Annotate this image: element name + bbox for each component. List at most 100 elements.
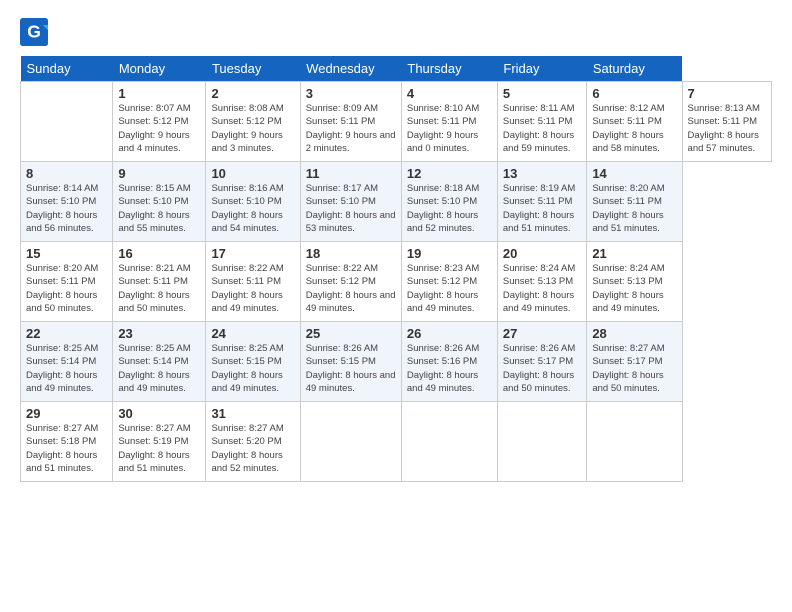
day-info: Sunrise: 8:13 AMSunset: 5:11 PMDaylight:… [688, 102, 766, 155]
dow-header: Monday [113, 56, 206, 82]
calendar-cell: 19 Sunrise: 8:23 AMSunset: 5:12 PMDaylig… [401, 242, 497, 322]
calendar-cell [497, 402, 586, 482]
calendar-cell: 13 Sunrise: 8:19 AMSunset: 5:11 PMDaylig… [497, 162, 586, 242]
calendar-cell: 6 Sunrise: 8:12 AMSunset: 5:11 PMDayligh… [587, 82, 682, 162]
logo: G [20, 18, 52, 46]
calendar-cell: 31 Sunrise: 8:27 AMSunset: 5:20 PMDaylig… [206, 402, 300, 482]
day-info: Sunrise: 8:26 AMSunset: 5:17 PMDaylight:… [503, 342, 581, 395]
calendar-cell: 11 Sunrise: 8:17 AMSunset: 5:10 PMDaylig… [300, 162, 401, 242]
day-info: Sunrise: 8:17 AMSunset: 5:10 PMDaylight:… [306, 182, 396, 235]
calendar-cell: 2 Sunrise: 8:08 AMSunset: 5:12 PMDayligh… [206, 82, 300, 162]
day-number: 31 [211, 406, 294, 421]
day-number: 4 [407, 86, 492, 101]
day-info: Sunrise: 8:27 AMSunset: 5:18 PMDaylight:… [26, 422, 107, 475]
calendar-cell: 17 Sunrise: 8:22 AMSunset: 5:11 PMDaylig… [206, 242, 300, 322]
day-info: Sunrise: 8:27 AMSunset: 5:17 PMDaylight:… [592, 342, 676, 395]
day-number: 25 [306, 326, 396, 341]
day-number: 23 [118, 326, 200, 341]
day-number: 30 [118, 406, 200, 421]
dow-header: Saturday [587, 56, 682, 82]
calendar-cell: 20 Sunrise: 8:24 AMSunset: 5:13 PMDaylig… [497, 242, 586, 322]
day-info: Sunrise: 8:26 AMSunset: 5:15 PMDaylight:… [306, 342, 396, 395]
day-number: 17 [211, 246, 294, 261]
day-number: 22 [26, 326, 107, 341]
day-info: Sunrise: 8:26 AMSunset: 5:16 PMDaylight:… [407, 342, 492, 395]
day-number: 2 [211, 86, 294, 101]
day-info: Sunrise: 8:23 AMSunset: 5:12 PMDaylight:… [407, 262, 492, 315]
day-number: 29 [26, 406, 107, 421]
calendar-cell: 28 Sunrise: 8:27 AMSunset: 5:17 PMDaylig… [587, 322, 682, 402]
svg-text:G: G [27, 21, 41, 41]
day-number: 11 [306, 166, 396, 181]
day-number: 20 [503, 246, 581, 261]
day-number: 7 [688, 86, 766, 101]
calendar-cell [21, 82, 113, 162]
day-info: Sunrise: 8:20 AMSunset: 5:11 PMDaylight:… [26, 262, 107, 315]
day-number: 18 [306, 246, 396, 261]
calendar-cell [401, 402, 497, 482]
day-number: 16 [118, 246, 200, 261]
page-header: G [20, 18, 772, 46]
calendar-cell: 10 Sunrise: 8:16 AMSunset: 5:10 PMDaylig… [206, 162, 300, 242]
day-number: 15 [26, 246, 107, 261]
dow-header: Sunday [21, 56, 113, 82]
day-number: 26 [407, 326, 492, 341]
calendar-cell: 27 Sunrise: 8:26 AMSunset: 5:17 PMDaylig… [497, 322, 586, 402]
calendar-cell: 1 Sunrise: 8:07 AMSunset: 5:12 PMDayligh… [113, 82, 206, 162]
day-info: Sunrise: 8:10 AMSunset: 5:11 PMDaylight:… [407, 102, 492, 155]
day-info: Sunrise: 8:21 AMSunset: 5:11 PMDaylight:… [118, 262, 200, 315]
day-number: 5 [503, 86, 581, 101]
day-number: 1 [118, 86, 200, 101]
calendar-cell: 21 Sunrise: 8:24 AMSunset: 5:13 PMDaylig… [587, 242, 682, 322]
calendar-cell: 16 Sunrise: 8:21 AMSunset: 5:11 PMDaylig… [113, 242, 206, 322]
calendar-cell: 15 Sunrise: 8:20 AMSunset: 5:11 PMDaylig… [21, 242, 113, 322]
day-info: Sunrise: 8:24 AMSunset: 5:13 PMDaylight:… [592, 262, 676, 315]
day-info: Sunrise: 8:22 AMSunset: 5:11 PMDaylight:… [211, 262, 294, 315]
day-info: Sunrise: 8:25 AMSunset: 5:14 PMDaylight:… [26, 342, 107, 395]
day-info: Sunrise: 8:20 AMSunset: 5:11 PMDaylight:… [592, 182, 676, 235]
day-info: Sunrise: 8:19 AMSunset: 5:11 PMDaylight:… [503, 182, 581, 235]
calendar-cell: 8 Sunrise: 8:14 AMSunset: 5:10 PMDayligh… [21, 162, 113, 242]
day-number: 19 [407, 246, 492, 261]
day-info: Sunrise: 8:09 AMSunset: 5:11 PMDaylight:… [306, 102, 396, 155]
calendar-cell: 9 Sunrise: 8:15 AMSunset: 5:10 PMDayligh… [113, 162, 206, 242]
calendar-cell: 12 Sunrise: 8:18 AMSunset: 5:10 PMDaylig… [401, 162, 497, 242]
calendar-cell: 30 Sunrise: 8:27 AMSunset: 5:19 PMDaylig… [113, 402, 206, 482]
day-info: Sunrise: 8:07 AMSunset: 5:12 PMDaylight:… [118, 102, 200, 155]
calendar-cell: 22 Sunrise: 8:25 AMSunset: 5:14 PMDaylig… [21, 322, 113, 402]
calendar-cell: 29 Sunrise: 8:27 AMSunset: 5:18 PMDaylig… [21, 402, 113, 482]
calendar-cell [587, 402, 682, 482]
day-number: 27 [503, 326, 581, 341]
day-number: 21 [592, 246, 676, 261]
dow-header: Wednesday [300, 56, 401, 82]
calendar-cell [300, 402, 401, 482]
calendar-cell: 7 Sunrise: 8:13 AMSunset: 5:11 PMDayligh… [682, 82, 771, 162]
day-number: 28 [592, 326, 676, 341]
calendar-cell: 14 Sunrise: 8:20 AMSunset: 5:11 PMDaylig… [587, 162, 682, 242]
dow-header: Thursday [401, 56, 497, 82]
day-info: Sunrise: 8:27 AMSunset: 5:19 PMDaylight:… [118, 422, 200, 475]
day-number: 24 [211, 326, 294, 341]
calendar-cell: 4 Sunrise: 8:10 AMSunset: 5:11 PMDayligh… [401, 82, 497, 162]
day-info: Sunrise: 8:11 AMSunset: 5:11 PMDaylight:… [503, 102, 581, 155]
calendar-cell: 18 Sunrise: 8:22 AMSunset: 5:12 PMDaylig… [300, 242, 401, 322]
day-number: 14 [592, 166, 676, 181]
calendar-cell: 3 Sunrise: 8:09 AMSunset: 5:11 PMDayligh… [300, 82, 401, 162]
day-info: Sunrise: 8:24 AMSunset: 5:13 PMDaylight:… [503, 262, 581, 315]
calendar-cell: 5 Sunrise: 8:11 AMSunset: 5:11 PMDayligh… [497, 82, 586, 162]
day-number: 3 [306, 86, 396, 101]
day-number: 10 [211, 166, 294, 181]
logo-icon: G [20, 18, 48, 46]
day-info: Sunrise: 8:18 AMSunset: 5:10 PMDaylight:… [407, 182, 492, 235]
day-info: Sunrise: 8:12 AMSunset: 5:11 PMDaylight:… [592, 102, 676, 155]
day-info: Sunrise: 8:25 AMSunset: 5:14 PMDaylight:… [118, 342, 200, 395]
calendar-table: SundayMondayTuesdayWednesdayThursdayFrid… [20, 56, 772, 482]
dow-header: Friday [497, 56, 586, 82]
calendar-cell: 25 Sunrise: 8:26 AMSunset: 5:15 PMDaylig… [300, 322, 401, 402]
day-info: Sunrise: 8:14 AMSunset: 5:10 PMDaylight:… [26, 182, 107, 235]
calendar-cell: 26 Sunrise: 8:26 AMSunset: 5:16 PMDaylig… [401, 322, 497, 402]
day-number: 8 [26, 166, 107, 181]
day-info: Sunrise: 8:08 AMSunset: 5:12 PMDaylight:… [211, 102, 294, 155]
day-info: Sunrise: 8:16 AMSunset: 5:10 PMDaylight:… [211, 182, 294, 235]
day-number: 12 [407, 166, 492, 181]
